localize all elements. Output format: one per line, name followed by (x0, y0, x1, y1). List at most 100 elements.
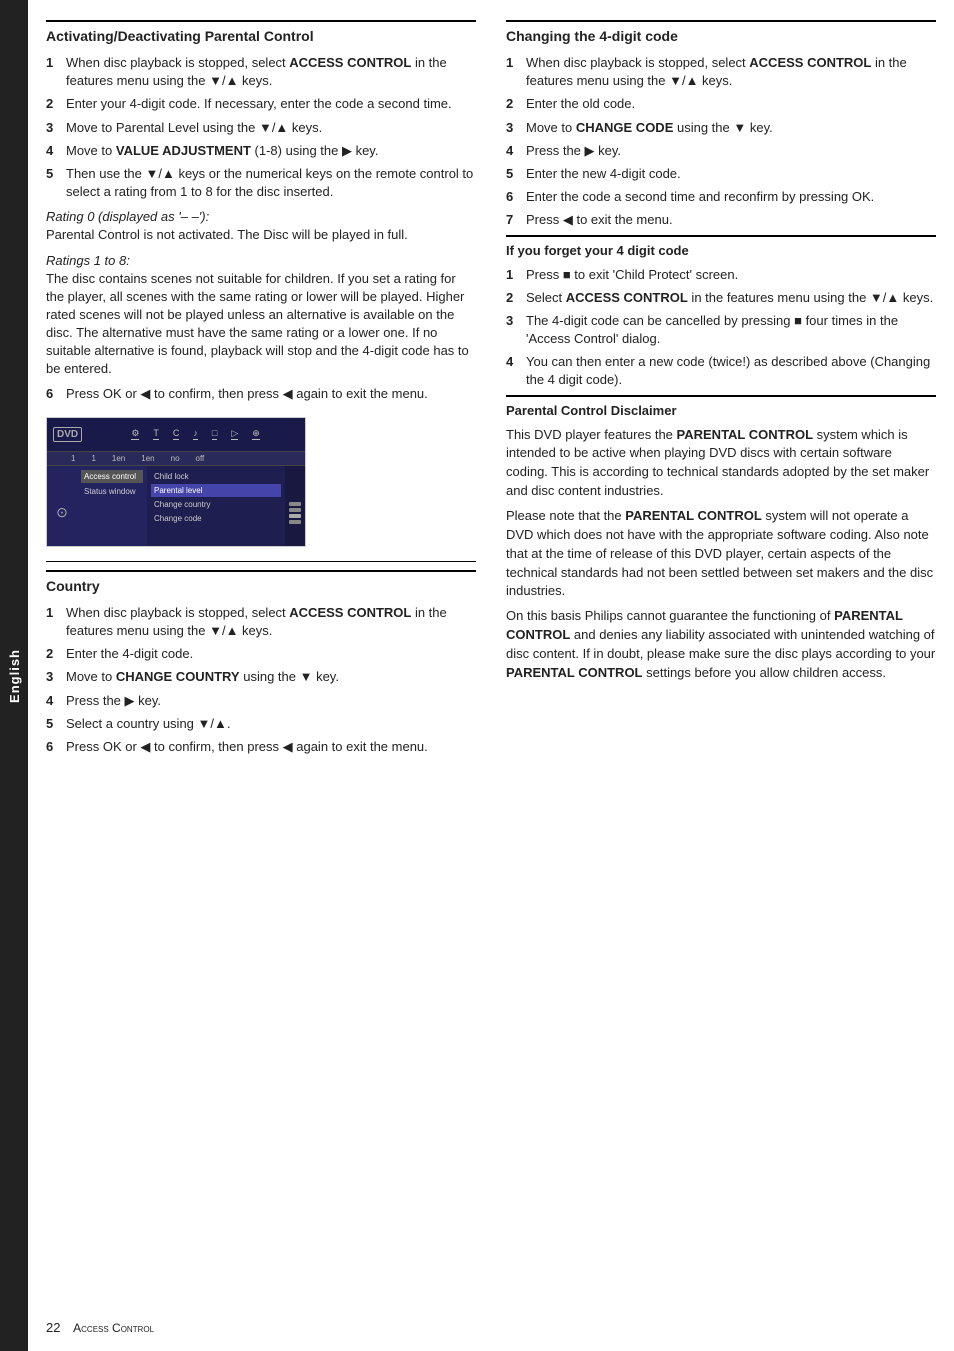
step-num: 2 (506, 95, 520, 113)
dvd-menu-right-panel (285, 466, 305, 547)
step-num: 3 (506, 119, 520, 137)
section1-step6: 6 Press OK or ◀ to confirm, then press ◀… (46, 385, 476, 403)
step-text: Enter your 4-digit code. If necessary, e… (66, 95, 476, 113)
section2-title: Country (46, 570, 476, 594)
list-item: 3 The 4-digit code can be cancelled by p… (506, 312, 936, 348)
menu-icon-zoom: ⊕ (252, 428, 260, 440)
step-text: Enter the code a second time and reconfi… (526, 188, 936, 206)
dvd-menu-body: ⊙ Access control Status window Child loc… (47, 466, 305, 547)
step-text: When disc playback is stopped, select AC… (66, 54, 476, 90)
menu-val-1en2: 1en (141, 454, 154, 463)
step-num: 4 (46, 692, 60, 710)
step-num: 1 (506, 266, 520, 284)
menu-icon-screen: □ (212, 428, 217, 440)
step-text: The 4-digit code can be cancelled by pre… (526, 312, 936, 348)
step-text: Press ■ to exit 'Child Protect' screen. (526, 266, 936, 284)
list-item: 3 Move to CHANGE CODE using the ▼ key. (506, 119, 936, 137)
menu-icon-bar: ⚙ T C ♪ □ ▷ ⊕ (92, 428, 299, 440)
list-item: 2 Enter your 4-digit code. If necessary,… (46, 95, 476, 113)
page-footer: 22 Access Control (28, 1320, 954, 1335)
step-text: Then use the ▼/▲ keys or the numerical k… (66, 165, 476, 201)
step-text: Select a country using ▼/▲. (66, 715, 476, 733)
section2-steps: 1 When disc playback is stopped, select … (46, 604, 476, 756)
left-column: Activating/Deactivating Parental Control… (46, 20, 476, 761)
step-text: You can then enter a new code (twice!) a… (526, 353, 936, 389)
step-text: Enter the new 4-digit code. (526, 165, 936, 183)
list-item: 5 Enter the new 4-digit code. (506, 165, 936, 183)
step-text: Press the ▶ key. (66, 692, 476, 710)
disclaimer-p2: Please note that the PARENTAL CONTROL sy… (506, 507, 936, 601)
step-num: 6 (506, 188, 520, 206)
menu-val-no: no (171, 454, 180, 463)
dvd-menu-top: DVD ⚙ T C ♪ □ ▷ ⊕ (47, 418, 305, 452)
section-divider (46, 561, 476, 562)
step-num: 5 (506, 165, 520, 183)
step-text: Press the ▶ key. (526, 142, 936, 160)
step-num: 4 (46, 142, 60, 160)
step-num: 4 (506, 142, 520, 160)
step-num: 6 (46, 385, 60, 403)
right-column: Changing the 4-digit code 1 When disc pl… (506, 20, 936, 761)
step-text: Move to CHANGE CODE using the ▼ key. (526, 119, 936, 137)
right-section3-title: Parental Control Disclaimer (506, 395, 936, 418)
note2-italic: Ratings 1 to 8: (46, 253, 476, 268)
menu-icon-c: C (173, 428, 180, 440)
step-text: Move to VALUE ADJUSTMENT (1-8) using the… (66, 142, 476, 160)
dvd-menu-image: DVD ⚙ T C ♪ □ ▷ ⊕ 1 1 1en 1en no off (46, 417, 306, 547)
page-number: 22 (46, 1320, 60, 1335)
note1-italic: Rating 0 (displayed as '– –'): (46, 209, 476, 224)
list-item: 1 When disc playback is stopped, select … (46, 604, 476, 640)
section1-title: Activating/Deactivating Parental Control (46, 20, 476, 44)
list-item: 6 Press OK or ◀ to confirm, then press ◀… (46, 385, 476, 403)
list-item: 3 Move to CHANGE COUNTRY using the ▼ key… (46, 668, 476, 686)
step-text: Press OK or ◀ to confirm, then press ◀ a… (66, 738, 476, 756)
step-text: When disc playback is stopped, select AC… (526, 54, 936, 90)
disc-icon: ⊙ (56, 504, 68, 521)
menu-item-access: Access control (81, 470, 143, 483)
dvd-menu-left-panel: Access control Status window (77, 466, 147, 547)
menu-val-1a: 1 (71, 454, 75, 463)
list-item: 7 Press ◀ to exit the menu. (506, 211, 936, 229)
menu-val-1en: 1en (112, 454, 125, 463)
step-text: Press OK or ◀ to confirm, then press ◀ a… (66, 385, 476, 403)
step-num: 7 (506, 211, 520, 229)
step-num: 1 (46, 54, 60, 90)
list-item: 6 Press OK or ◀ to confirm, then press ◀… (46, 738, 476, 756)
menu-val-off: off (196, 454, 205, 463)
list-item: 4 Press the ▶ key. (46, 692, 476, 710)
step-text: Enter the 4-digit code. (66, 645, 476, 663)
step-text: Press ◀ to exit the menu. (526, 211, 936, 229)
list-item: 4 You can then enter a new code (twice!)… (506, 353, 936, 389)
list-item: 1 When disc playback is stopped, select … (506, 54, 936, 90)
step-num: 2 (506, 289, 520, 307)
note2-text: The disc contains scenes not suitable fo… (46, 270, 476, 379)
list-item: 4 Move to VALUE ADJUSTMENT (1-8) using t… (46, 142, 476, 160)
menu-item-status: Status window (81, 485, 143, 498)
menu-val-1b: 1 (91, 454, 95, 463)
step-num: 1 (506, 54, 520, 90)
step-num: 1 (46, 604, 60, 640)
dvd-menu-center-panel: Child lock Parental level Change country… (147, 466, 285, 547)
right-section2-steps: 1 Press ■ to exit 'Child Protect' screen… (506, 266, 936, 390)
list-item: 2 Enter the 4-digit code. (46, 645, 476, 663)
list-item: 1 Press ■ to exit 'Child Protect' screen… (506, 266, 936, 284)
step-num: 6 (46, 738, 60, 756)
step-num: 3 (506, 312, 520, 348)
note1-text: Parental Control is not activated. The D… (46, 226, 476, 244)
section1-steps: 1 When disc playback is stopped, select … (46, 54, 476, 201)
step-num: 3 (46, 668, 60, 686)
dvd-logo: DVD (53, 427, 82, 442)
list-item: 4 Press the ▶ key. (506, 142, 936, 160)
list-item: 6 Enter the code a second time and recon… (506, 188, 936, 206)
step-num: 4 (506, 353, 520, 389)
list-item: 5 Select a country using ▼/▲. (46, 715, 476, 733)
right-section1-steps: 1 When disc playback is stopped, select … (506, 54, 936, 230)
step-text: When disc playback is stopped, select AC… (66, 604, 476, 640)
submenu-change-country: Change country (151, 498, 281, 511)
sidebar-label: English (7, 649, 22, 703)
step-num: 5 (46, 165, 60, 201)
sidebar: English (0, 0, 28, 1351)
menu-icon-play: ▷ (231, 428, 238, 440)
submenu-change-code: Change code (151, 512, 281, 525)
disclaimer-p3: On this basis Philips cannot guarantee t… (506, 607, 936, 682)
